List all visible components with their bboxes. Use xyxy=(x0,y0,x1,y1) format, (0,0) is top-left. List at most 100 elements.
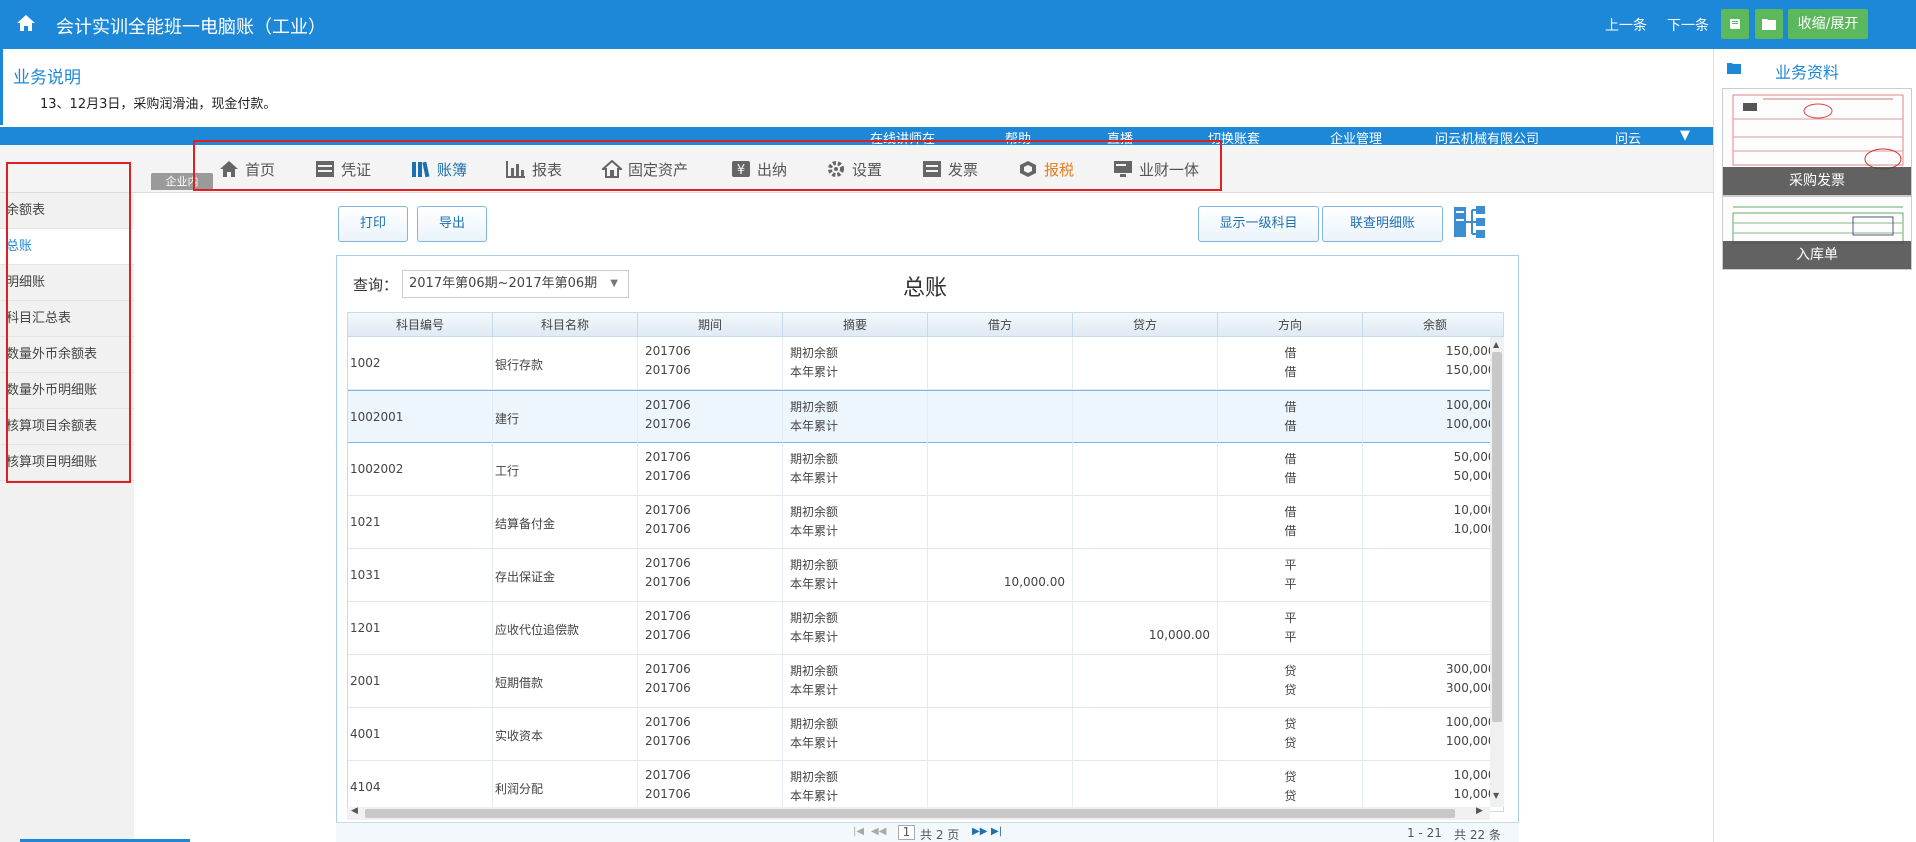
period-cell: 201706 xyxy=(645,734,691,748)
horizontal-scroll-thumb[interactable] xyxy=(365,809,1455,818)
summary-cell: 本年累计 xyxy=(790,365,839,379)
period-cell: 201706 xyxy=(645,628,691,642)
table-cell: 100,000.0 100,000.0 xyxy=(1363,391,1503,444)
table-cell: 150,000.0 150,000.0 xyxy=(1363,337,1503,390)
table-cell: 201706 201706 xyxy=(638,337,783,390)
prev-page-icon[interactable]: ◀◀ xyxy=(871,826,886,837)
table-row[interactable]: 1002001 建行 201706 201706 期初余额 本年累计借借 100,000.0… xyxy=(348,390,1503,444)
print-button[interactable]: 打印 xyxy=(338,206,408,242)
table-cell xyxy=(928,655,1073,708)
table-row[interactable]: 1021 结算备付金 201706 201706 期初余额 本年累计借借 10,000.0 1… xyxy=(348,496,1503,549)
summary-cell: 本年累计 xyxy=(790,419,839,433)
column-header[interactable]: 摘要 xyxy=(783,313,928,337)
page-input[interactable]: 1 xyxy=(898,825,915,840)
table-cell: 4104 xyxy=(348,761,493,811)
direction-cell: 贷 xyxy=(1284,789,1297,803)
direction-cell: 贷 xyxy=(1284,664,1297,678)
first-page-icon[interactable]: |◀ xyxy=(853,826,864,837)
warehouse-receipt-thumbnail[interactable]: 入库单 xyxy=(1722,196,1912,270)
linked-detail-button[interactable]: 联查明细账 xyxy=(1322,206,1443,242)
table-cell: 存出保证金 xyxy=(493,549,638,602)
table-row[interactable]: 4104 利润分配 201706 201706 期初余额 本年累计贷贷 10,000.0 10… xyxy=(348,761,1503,811)
table-cell: 201706 201706 xyxy=(638,496,783,549)
toggle-button[interactable]: 收缩/展开 xyxy=(1788,9,1868,39)
table-cell: 贷贷 xyxy=(1218,708,1363,761)
scroll-down-icon[interactable]: ▼ xyxy=(1493,791,1499,800)
book-button[interactable] xyxy=(1721,9,1749,39)
scroll-right-icon[interactable]: ▶ xyxy=(1476,806,1483,816)
prev-link[interactable]: 上一条 xyxy=(1605,15,1647,35)
period-cell: 201706 xyxy=(645,363,691,377)
column-header[interactable]: 方向 xyxy=(1218,313,1363,337)
table-row[interactable]: 2001 短期借款 201706 201706 期初余额 本年累计贷贷 300,000.0 3… xyxy=(348,655,1503,708)
chevron-down-icon[interactable]: ▼ xyxy=(1680,128,1690,143)
page-title: 总账 xyxy=(903,276,948,301)
table-cell: 贷贷 xyxy=(1218,761,1363,811)
summary-cell: 本年累计 xyxy=(790,736,839,750)
purchase-invoice-thumbnail[interactable]: 采购发票 xyxy=(1722,88,1912,196)
summary-cell: 期初余额 xyxy=(790,664,839,678)
period-cell: 201706 xyxy=(645,503,691,517)
summary-cell: 本年累计 xyxy=(790,577,839,591)
column-header[interactable]: 借方 xyxy=(928,313,1073,337)
table-row[interactable]: 4001 实收资本 201706 201706 期初余额 本年累计贷贷 100,000.0 1… xyxy=(348,708,1503,761)
account-name: 实收资本 xyxy=(495,729,544,743)
table-cell: 银行存款 xyxy=(493,337,638,390)
doc-caption: 入库单 xyxy=(1723,241,1911,269)
table-cell: 期初余额 本年累计 xyxy=(783,337,928,390)
direction-cell: 借 xyxy=(1284,524,1297,538)
column-header[interactable]: 余额 xyxy=(1363,313,1503,337)
table-row[interactable]: 1002 银行存款 201706 201706 期初余额 本年累计借借 150,000.0 1… xyxy=(348,337,1503,390)
top-bar: 会计实训全能班一电脑账（工业） 上一条 下一条 收缩/展开 xyxy=(0,0,1916,49)
last-page-icon[interactable]: ▶| xyxy=(991,826,1002,837)
tree-structure-icon[interactable] xyxy=(1452,205,1486,239)
column-header[interactable]: 期间 xyxy=(638,313,783,337)
column-header[interactable]: 贷方 xyxy=(1073,313,1218,337)
next-page-icon[interactable]: ▶▶ xyxy=(972,826,987,837)
period-select[interactable]: 2017年第06期~2017年第06期 ▼ xyxy=(402,270,629,298)
table-cell: 1002002 xyxy=(348,443,493,496)
next-link[interactable]: 下一条 xyxy=(1667,15,1709,35)
table-row[interactable]: 1002002 工行 201706 201706 期初余额 本年累计借借 50,000.0 5… xyxy=(348,443,1503,496)
column-header[interactable]: 科目名称 xyxy=(493,313,638,337)
account-code: 4001 xyxy=(350,727,381,741)
table-row[interactable]: 1201 应收代位追偿款 201706 201706 期初余额 本年累计 10,000.00… xyxy=(348,602,1491,655)
summary-cell: 本年累计 xyxy=(790,524,839,538)
period-value: 2017年第06期~2017年第06期 xyxy=(409,276,598,291)
scroll-up-icon[interactable]: ▲ xyxy=(1493,340,1499,349)
period-cell: 201706 xyxy=(645,469,691,483)
table-cell xyxy=(1073,391,1218,444)
vertical-scroll-thumb[interactable] xyxy=(1492,352,1502,722)
table-cell: 应收代位追偿款 xyxy=(493,602,638,655)
table-cell: 实收资本 xyxy=(493,708,638,761)
account-code: 1002001 xyxy=(350,410,404,424)
table-cell: 201706 201706 xyxy=(638,602,783,655)
table-cell: 借借 xyxy=(1218,391,1363,444)
table-cell xyxy=(1073,443,1218,496)
table-cell: 50,000.0 50,000.0 xyxy=(1363,443,1503,496)
scroll-left-icon[interactable]: ◀ xyxy=(351,806,358,816)
home-icon[interactable] xyxy=(16,14,36,32)
table-cell: 100,000.0 100,000.0 xyxy=(1363,708,1503,761)
table-cell: 期初余额 本年累计 xyxy=(783,443,928,496)
column-header[interactable]: 科目编号 xyxy=(348,313,493,337)
table-row[interactable]: 1031 存出保证金 201706 201706 期初余额 本年累计 10,000.00 平平 xyxy=(348,549,1491,602)
table-cell xyxy=(1073,549,1218,602)
account-name: 短期借款 xyxy=(495,676,544,690)
table-cell xyxy=(1363,602,1503,655)
summary-cell: 期初余额 xyxy=(790,346,839,360)
period-cell: 201706 xyxy=(645,787,691,801)
dropdown-icon: ▼ xyxy=(610,278,618,289)
table-cell: 201706 201706 xyxy=(638,761,783,811)
direction-cell: 贷 xyxy=(1284,717,1297,731)
direction-cell: 平 xyxy=(1284,577,1297,591)
export-button[interactable]: 导出 xyxy=(417,206,487,242)
account-name: 利润分配 xyxy=(495,782,544,796)
period-cell: 201706 xyxy=(645,768,691,782)
direction-cell: 贷 xyxy=(1284,683,1297,697)
account-name: 工行 xyxy=(495,464,520,478)
period-cell: 201706 xyxy=(645,450,691,464)
show-level1-button[interactable]: 显示一级科目 xyxy=(1198,206,1319,242)
folder-button[interactable] xyxy=(1755,9,1783,39)
direction-cell: 借 xyxy=(1284,419,1297,433)
